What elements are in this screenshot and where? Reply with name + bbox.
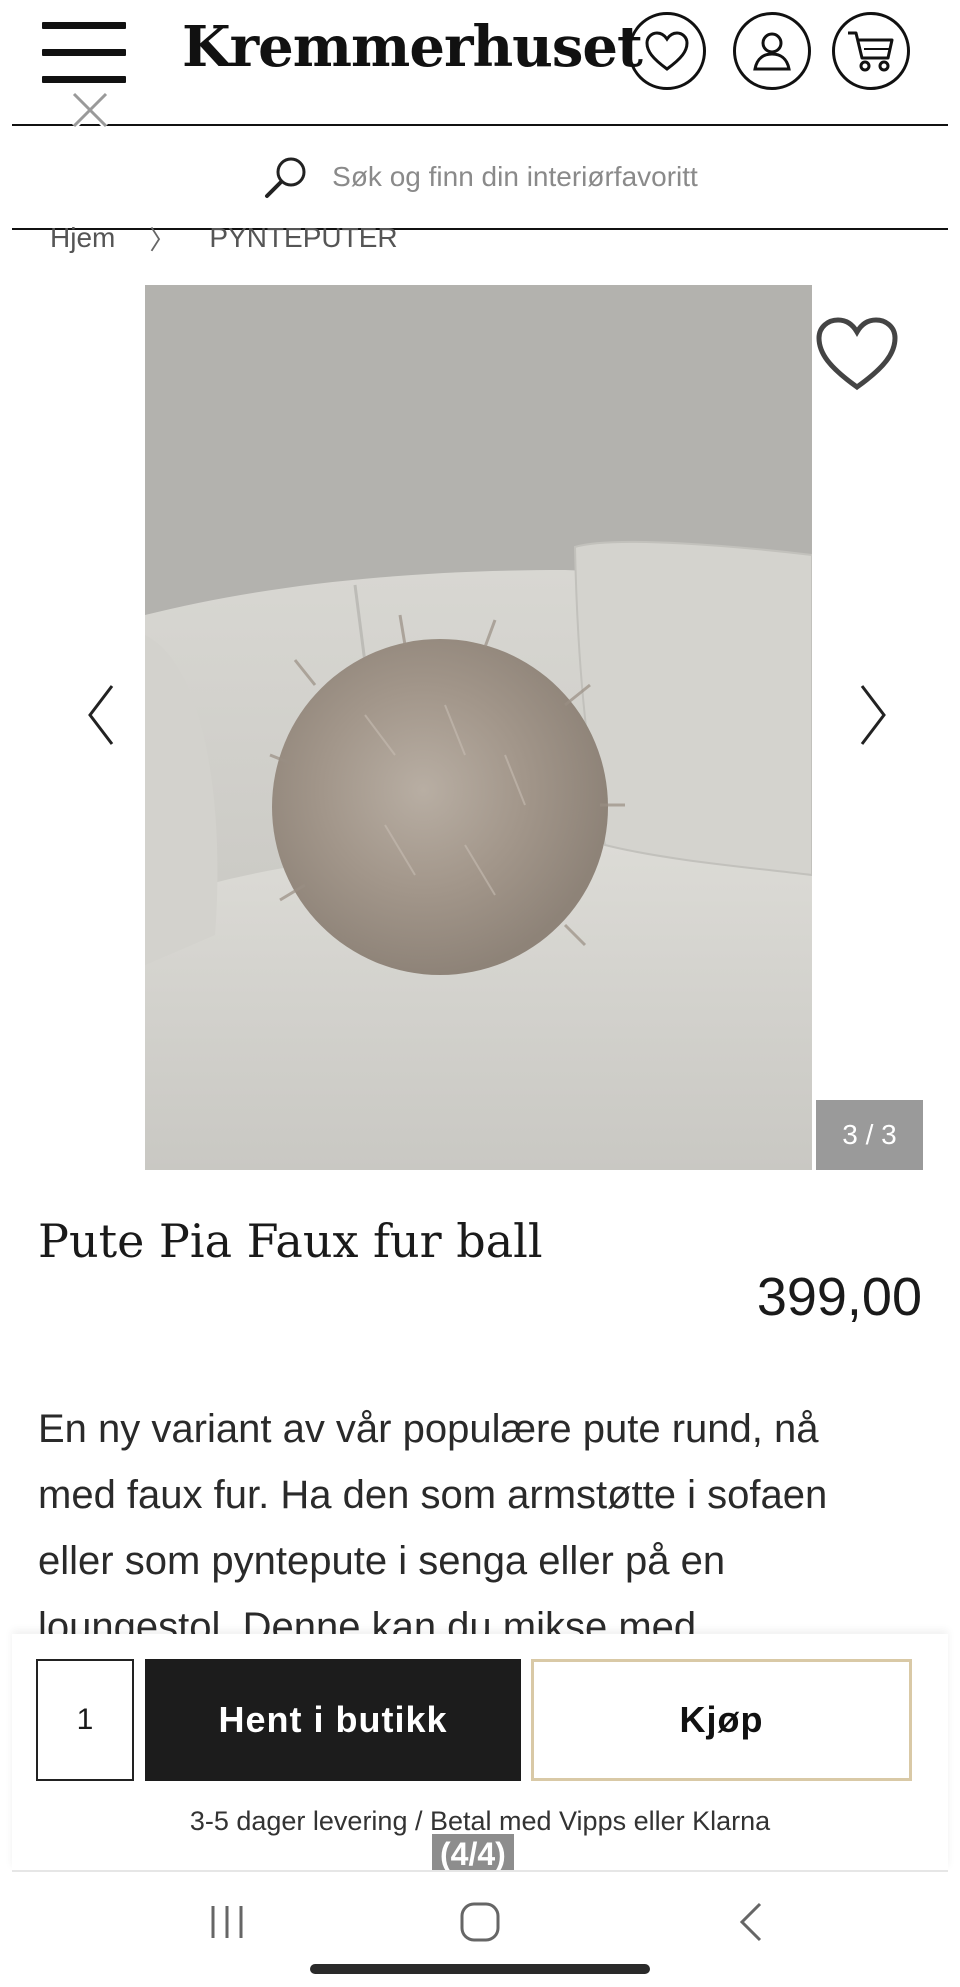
chevron-right-icon [860, 685, 886, 745]
breadcrumb: Hjem 〉 PYNTEPUTER [50, 218, 398, 258]
back-icon [739, 1902, 762, 1942]
home-icon [460, 1902, 500, 1942]
heart-icon [816, 317, 898, 391]
chevron-left-icon [88, 685, 114, 745]
heart-icon [645, 31, 689, 71]
recents-button[interactable] [197, 1896, 257, 1948]
previous-image-button[interactable] [82, 680, 122, 750]
purchase-bar: 1 Hent i butikk Kjøp 3-5 dager levering … [12, 1634, 948, 1875]
search-input[interactable]: Søk og finn din interiørfavoritt [332, 161, 698, 193]
cart-button[interactable] [832, 12, 910, 90]
menu-icon[interactable] [42, 18, 126, 88]
pickup-in-store-button[interactable]: Hent i butikk [145, 1659, 521, 1781]
wishlist-button[interactable] [628, 12, 706, 90]
user-icon [753, 32, 791, 71]
search-icon [265, 157, 306, 198]
product-price: 399,00 [756, 1267, 922, 1327]
search-bar[interactable]: Søk og finn din interiørfavoritt [12, 126, 948, 230]
product-description: En ny variant av vår populære pute rund,… [38, 1407, 828, 1634]
product-gallery: 3 / 3 [12, 285, 948, 1175]
next-image-button[interactable] [852, 680, 892, 750]
cart-icon [848, 31, 894, 72]
gesture-home-bar[interactable] [310, 1964, 650, 1974]
chevron-right-icon: 〉 [149, 224, 176, 255]
recents-icon [211, 1906, 243, 1938]
page-indicator: (4/4) [432, 1834, 514, 1875]
buy-button[interactable]: Kjøp [531, 1659, 912, 1781]
product-title: Pute Pia Faux fur ball [38, 1214, 543, 1268]
quantity-input[interactable]: 1 [36, 1659, 134, 1781]
system-navigation-bar [12, 1870, 948, 1987]
product-image[interactable] [145, 285, 812, 1170]
breadcrumb-category[interactable]: PYNTEPUTER [209, 222, 397, 254]
back-button[interactable] [722, 1896, 782, 1948]
delivery-info: 3-5 dager levering / Betal med Vipps ell… [189, 1806, 771, 1836]
image-counter: 3 / 3 [816, 1100, 923, 1170]
site-header: Kremmerhuset [12, 0, 948, 129]
breadcrumb-home[interactable]: Hjem [50, 222, 115, 254]
site-logo[interactable]: Kremmerhuset [182, 14, 643, 80]
app-frame: Kremmerhuset Søk og finn din interiørfav… [12, 0, 948, 1987]
account-button[interactable] [733, 12, 811, 90]
home-button[interactable] [450, 1896, 510, 1948]
add-to-wishlist-button[interactable] [814, 315, 900, 393]
